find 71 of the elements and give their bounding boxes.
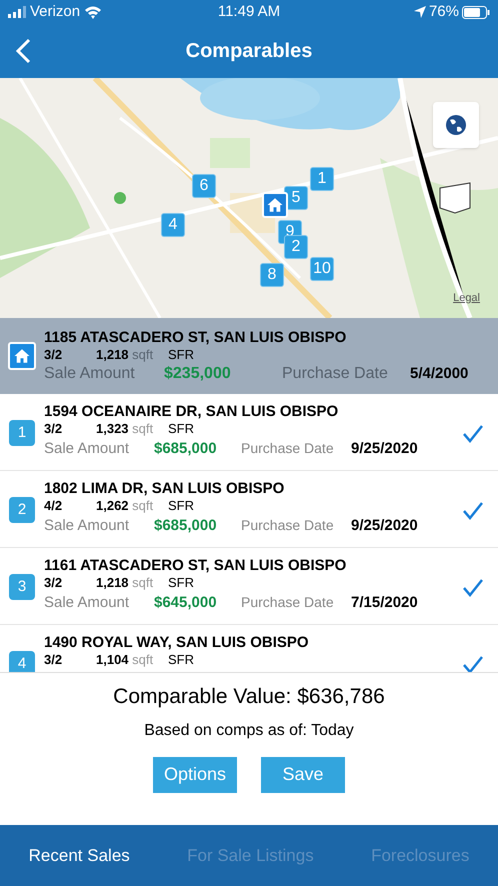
comparable-value: Comparable Value: $636,786 <box>113 684 385 710</box>
map-pin[interactable]: 10 <box>310 257 334 281</box>
beds-baths: 3/2 <box>44 421 64 437</box>
property-type: SFR <box>168 652 194 668</box>
map-pin[interactable]: 8 <box>260 263 284 287</box>
home-icon <box>266 196 284 214</box>
purchase-date: 7/15/2020 <box>351 593 418 613</box>
tab[interactable]: For Sale Listings <box>187 842 314 868</box>
address: 1490 ROYAL WAY, SAN LUIS OBISPO <box>44 633 310 652</box>
purchase-date-label: Purchase Date <box>241 439 335 458</box>
sale-amount: $685,000 <box>154 516 218 536</box>
comp-number-marker: 3 <box>9 574 35 600</box>
sale-amount: $235,000 <box>164 364 232 384</box>
beds-baths: 3/2 <box>44 652 64 668</box>
beds-baths: 3/2 <box>44 575 64 591</box>
property-type: SFR <box>168 421 194 437</box>
map-pin[interactable]: 6 <box>192 174 216 198</box>
carrier: Verizon <box>30 2 80 22</box>
sale-amount: $685,000 <box>154 439 218 459</box>
location-arrow-icon <box>414 6 426 18</box>
map-pin[interactable]: 2 <box>284 235 308 259</box>
square-feet: 1,218 sqft <box>96 575 154 591</box>
battery-icon <box>462 6 490 18</box>
sale-amount: $645,000 <box>154 593 218 613</box>
comp-number-marker: 1 <box>9 420 35 446</box>
address: 1802 LIMA DR, SAN LUIS OBISPO <box>44 479 286 498</box>
checkmark-icon[interactable] <box>462 655 484 672</box>
square-feet: 1,218 sqft <box>96 347 154 363</box>
property-type: SFR <box>168 498 194 514</box>
square-feet: 1,262 sqft <box>96 498 154 514</box>
square-feet: 1,104 sqft <box>96 652 154 668</box>
tab[interactable]: Foreclosures <box>371 842 470 868</box>
square-feet: 1,323 sqft <box>96 421 154 437</box>
property-type: SFR <box>168 347 194 363</box>
action-button[interactable]: Save <box>261 756 345 792</box>
signal-icon <box>8 6 26 18</box>
address: 1161 ATASCADERO ST, SAN LUIS OBISPO <box>44 556 348 575</box>
map-pin[interactable]: 1 <box>310 167 334 191</box>
purchase-date: 5/4/2000 <box>410 364 468 384</box>
legal-link[interactable]: Legal <box>453 290 480 306</box>
property-type: SFR <box>168 575 194 591</box>
wifi-icon <box>84 6 102 18</box>
globe-button[interactable] <box>433 102 479 148</box>
action-button[interactable]: Options <box>153 756 237 792</box>
house-icon <box>13 347 31 365</box>
checkmark-icon[interactable] <box>462 501 484 521</box>
purchase-date: 9/25/2020 <box>351 516 418 536</box>
tab[interactable]: Recent Sales <box>28 842 130 868</box>
page-title: Comparables <box>186 39 312 64</box>
address: 1185 ATASCADERO ST, SAN LUIS OBISPO <box>44 328 348 347</box>
comps-basis-date: Based on comps as of: Today <box>144 720 354 740</box>
checkmark-icon[interactable] <box>462 424 484 444</box>
comp-number-marker: 2 <box>9 497 35 523</box>
purchase-date-label: Purchase Date <box>241 593 335 612</box>
map-pin[interactable]: 4 <box>161 213 185 237</box>
sale-amount-label: Sale Amount <box>44 516 130 536</box>
checkmark-icon[interactable] <box>462 578 484 598</box>
purchase-date-label: Purchase Date <box>241 516 335 535</box>
sale-amount-label: Sale Amount <box>44 593 130 613</box>
comp-number-marker: 4 <box>9 651 35 672</box>
purchase-date-label: Purchase Date <box>282 364 389 384</box>
beds-baths: 3/2 <box>44 347 64 363</box>
sale-amount-label: Sale Amount <box>44 439 130 459</box>
sale-amount-label: Sale Amount <box>44 364 136 384</box>
battery-percent: 76% <box>428 2 459 22</box>
address: 1594 OCEANAIRE DR, SAN LUIS OBISPO <box>44 402 340 421</box>
clock-time: 11:49 AM <box>218 2 280 22</box>
home-map-pin[interactable] <box>262 192 288 218</box>
globe-icon <box>445 114 467 136</box>
purchase-date: 9/25/2020 <box>351 439 418 459</box>
beds-baths: 4/2 <box>44 498 64 514</box>
